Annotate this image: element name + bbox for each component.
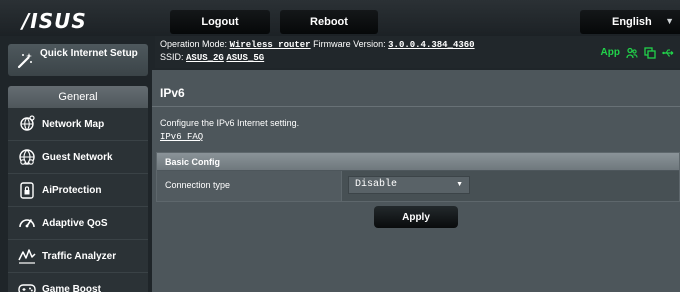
quick-internet-setup-label: Quick Internet Setup — [40, 48, 138, 59]
sidebar-item-traffic-analyzer[interactable]: Traffic Analyzer — [8, 240, 148, 273]
sidebar-item-label: AiProtection — [42, 184, 102, 196]
page-description: Configure the IPv6 Internet setting. — [160, 118, 300, 128]
copy-icon[interactable] — [644, 46, 656, 59]
sidebar-item-label: Traffic Analyzer — [42, 250, 117, 262]
general-section-header: General — [8, 86, 148, 108]
table-row: Connection type — [157, 171, 342, 201]
title-divider — [152, 106, 680, 107]
connection-type-select[interactable]: Disable ▼ — [348, 176, 470, 194]
operation-mode-label: Operation Mode: — [160, 39, 228, 49]
router-admin-page: /ISUS Logout Reboot English ▼ Operation … — [0, 0, 680, 292]
reboot-button[interactable]: Reboot — [280, 10, 378, 34]
sidebar-item-guest-network[interactable]: Guest Network — [8, 141, 148, 174]
ssid-5g-link[interactable]: ASUS_5G — [226, 53, 264, 63]
status-line-mode: Operation Mode: Wireless router Firmware… — [160, 39, 475, 50]
sidebar-item-adaptive-qos[interactable]: Adaptive QoS — [8, 207, 148, 240]
ipv6-faq-link[interactable]: IPv6 FAQ — [160, 132, 203, 142]
wand-icon — [16, 52, 34, 70]
connection-type-label: Connection type — [165, 180, 231, 190]
status-icons: App — [601, 46, 674, 59]
guest-network-icon — [16, 146, 38, 168]
status-bar: Operation Mode: Wireless router Firmware… — [155, 36, 680, 68]
traffic-analyzer-icon — [16, 245, 38, 267]
sidebar-item-label: Adaptive QoS — [42, 217, 108, 229]
sidebar-menu: Network Map Guest Network AiProtection A… — [8, 108, 148, 292]
asus-logo: /ISUS — [22, 9, 87, 33]
table-row-value: Disable ▼ — [342, 171, 679, 201]
status-line-ssid: SSID: ASUS_2G ASUS_5G — [160, 52, 264, 63]
ssid-label: SSID: — [160, 52, 184, 62]
sidebar-item-network-map[interactable]: Network Map — [8, 108, 148, 141]
app-link[interactable]: App — [601, 47, 620, 58]
sidebar-item-label: Guest Network — [42, 151, 113, 163]
aiprotection-icon — [16, 179, 38, 201]
chevron-down-icon: ▼ — [665, 16, 674, 26]
users-icon[interactable] — [626, 46, 638, 59]
basic-config-table: Basic Config Connection type Disable ▼ — [156, 152, 680, 202]
adaptive-qos-icon — [16, 212, 38, 234]
chevron-down-icon: ▼ — [456, 181, 463, 188]
page-title: IPv6 — [160, 86, 185, 100]
language-select[interactable]: English ▼ — [580, 10, 680, 34]
sidebar-item-aiprotection[interactable]: AiProtection — [8, 174, 148, 207]
apply-button[interactable]: Apply — [374, 206, 458, 228]
ssid-2g-link[interactable]: ASUS_2G — [186, 53, 224, 63]
network-map-icon — [16, 113, 38, 135]
top-bar: /ISUS Logout Reboot English ▼ — [0, 0, 680, 36]
table-header: Basic Config — [157, 153, 679, 170]
operation-mode-link[interactable]: Wireless router — [230, 40, 311, 50]
sidebar-item-label: Network Map — [42, 118, 105, 130]
logout-button[interactable]: Logout — [170, 10, 270, 34]
sidebar-item-game-boost[interactable]: Game Boost — [8, 273, 148, 292]
language-value: English — [612, 16, 652, 28]
quick-internet-setup-button[interactable]: Quick Internet Setup — [8, 44, 148, 76]
firmware-label: Firmware Version: — [313, 39, 386, 49]
usb-icon[interactable] — [662, 46, 674, 58]
sidebar-item-label: Game Boost — [42, 283, 101, 292]
main-panel: IPv6 Configure the IPv6 Internet setting… — [152, 70, 680, 292]
firmware-link[interactable]: 3.0.0.4.384_4360 — [388, 40, 474, 50]
game-boost-icon — [16, 278, 38, 292]
connection-type-value: Disable — [355, 179, 398, 190]
